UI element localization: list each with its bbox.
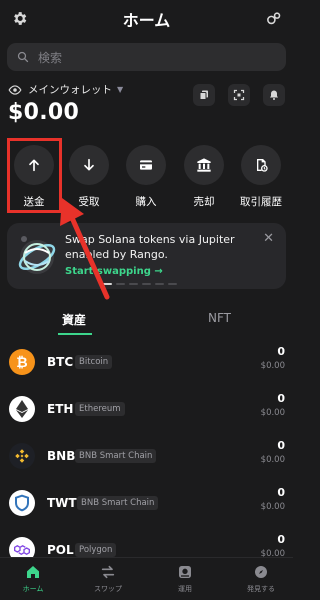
asset-usd-value: $0.00 [260, 455, 285, 465]
receive-button[interactable]: 受取 [64, 145, 114, 209]
start-swapping-link[interactable]: Start swapping → [65, 266, 163, 277]
notifications-button[interactable] [263, 84, 285, 106]
network-badge: BNB Smart Chain [75, 449, 157, 463]
tab-assets[interactable]: 資産 [62, 311, 86, 328]
walletconnect-icon[interactable] [263, 8, 283, 28]
chevron-down-icon: ▼ [117, 84, 124, 94]
asset-usd-value: $0.00 [260, 408, 285, 418]
carousel-dot[interactable] [168, 283, 177, 285]
btc-icon: ₿ [9, 349, 35, 375]
carousel-dots [103, 283, 177, 285]
home-icon [22, 563, 44, 581]
list-item[interactable]: BNB BNB Smart Chain 0 $0.00 [0, 437, 293, 477]
asset-amount: 0 [277, 345, 285, 358]
list-item[interactable]: TWT BNB Smart Chain 0 $0.00 [0, 484, 293, 524]
tab-nft[interactable]: NFT [208, 311, 231, 325]
search-icon [17, 48, 29, 67]
history-label: 取引履歴 [240, 196, 282, 208]
promo-banner[interactable]: Swap Solana tokens via Jupiter enabled b… [7, 223, 286, 289]
twt-icon [9, 490, 35, 516]
eth-icon [9, 396, 35, 422]
asset-symbol: ETH [47, 402, 74, 416]
search-placeholder: 検索 [38, 50, 63, 65]
carousel-dot[interactable] [129, 283, 138, 285]
history-icon [241, 145, 281, 185]
network-badge: Ethereum [75, 402, 125, 416]
wallet-name: メインウォレット [28, 83, 112, 96]
copy-icon [198, 86, 210, 105]
network-badge: Polygon [75, 543, 117, 557]
nav-swap[interactable]: スワップ [78, 563, 138, 594]
asset-usd-value: $0.00 [260, 502, 285, 512]
asset-symbol: BNB [47, 449, 76, 463]
asset-symbol: TWT [47, 496, 77, 510]
asset-symbol: POL [47, 543, 74, 557]
wallet-balance: $0.00 [8, 100, 80, 125]
buy-button[interactable]: 購入 [121, 145, 171, 209]
asset-amount: 0 [277, 439, 285, 452]
send-highlight-box [7, 138, 62, 213]
sell-label: 売却 [193, 196, 215, 208]
asset-amount: 0 [277, 486, 285, 499]
bnb-icon [9, 443, 35, 469]
nav-earn[interactable]: 運用 [155, 563, 215, 594]
nav-home[interactable]: ホーム [3, 563, 63, 594]
history-button[interactable]: 取引履歴 [236, 145, 286, 209]
asset-amount: 0 [277, 533, 285, 546]
close-icon[interactable]: ✕ [263, 231, 274, 246]
nav-discover-label: 発見する [247, 585, 275, 593]
carousel-dot[interactable] [155, 283, 164, 285]
carousel-dot[interactable] [116, 283, 125, 285]
card-icon [126, 145, 166, 185]
arrow-down-icon [69, 145, 109, 185]
scan-button[interactable] [228, 84, 250, 106]
search-input[interactable]: 検索 [7, 43, 286, 71]
nav-discover[interactable]: 発見する [231, 563, 291, 594]
discover-icon [250, 563, 272, 581]
nav-earn-label: 運用 [178, 585, 192, 593]
carousel-dot[interactable] [142, 283, 151, 285]
network-badge: Bitcoin [75, 355, 113, 369]
nav-swap-label: スワップ [94, 585, 122, 593]
header: ホーム [0, 0, 293, 38]
asset-usd-value: $0.00 [260, 361, 285, 371]
bell-icon [268, 86, 280, 105]
bank-icon [184, 145, 224, 185]
nav-home-label: ホーム [22, 585, 44, 593]
asset-symbol: BTC [47, 355, 74, 369]
bottom-navigation: ホーム スワップ 運用 発見する [0, 557, 293, 600]
asset-amount: 0 [277, 392, 285, 405]
sell-button[interactable]: 売却 [179, 145, 229, 209]
active-tab-indicator [58, 333, 92, 335]
network-badge: BNB Smart Chain [77, 496, 159, 510]
jupiter-logo-icon [15, 231, 59, 285]
banner-text: Swap Solana tokens via Jupiter enabled b… [65, 233, 235, 261]
list-item[interactable]: ETH Ethereum 0 $0.00 [0, 390, 293, 430]
earn-icon [174, 563, 196, 581]
copy-address-button[interactable] [193, 84, 215, 106]
asset-tabs: 資産 NFT [0, 303, 293, 335]
page-title: ホーム [122, 11, 171, 30]
eye-icon[interactable] [8, 80, 22, 99]
buy-label: 購入 [135, 196, 157, 208]
carousel-dot[interactable] [103, 283, 112, 285]
wallet-selector[interactable]: メインウォレット ▼ [8, 80, 123, 98]
list-item[interactable]: ₿ BTC Bitcoin 0 $0.00 [0, 343, 293, 383]
scan-icon [233, 86, 245, 105]
swap-icon [97, 563, 119, 581]
receive-label: 受取 [78, 196, 100, 208]
